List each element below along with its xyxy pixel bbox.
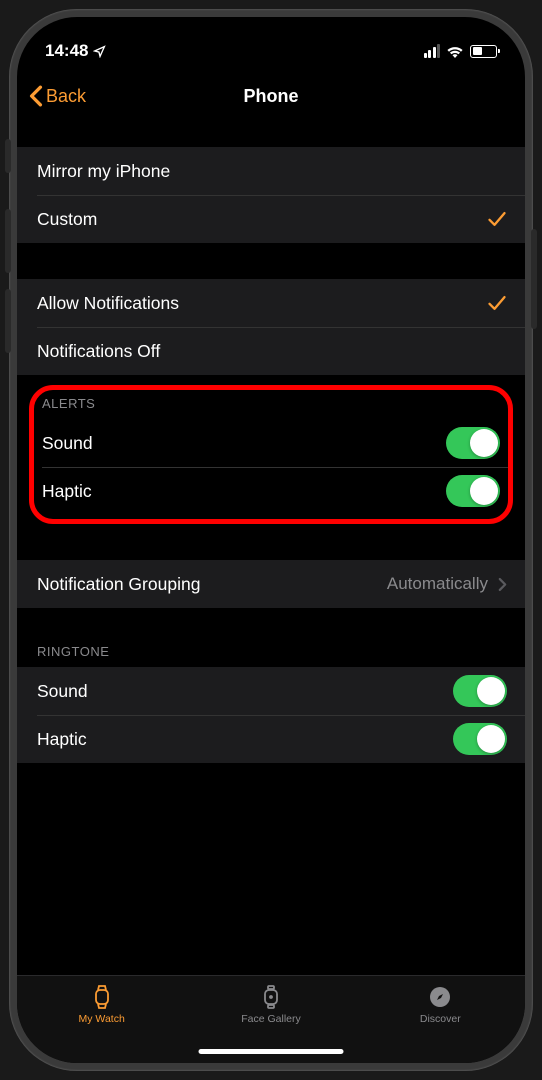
- mirror-label: Mirror my iPhone: [37, 161, 170, 182]
- compass-icon: [427, 984, 453, 1010]
- battery-icon: [470, 45, 497, 58]
- wifi-icon: [446, 45, 464, 58]
- custom-label: Custom: [37, 209, 97, 230]
- ringtone-haptic-row: Haptic: [17, 715, 525, 763]
- screen: 14:48 Ba: [17, 17, 525, 1063]
- alerts-haptic-label: Haptic: [42, 481, 92, 502]
- check-icon: [487, 210, 507, 228]
- alerts-header: ALERTS: [34, 396, 508, 419]
- clock: 14:48: [45, 41, 88, 61]
- phone-frame: 14:48 Ba: [9, 9, 533, 1071]
- alerts-sound-label: Sound: [42, 433, 93, 454]
- ringtone-haptic-toggle[interactable]: [453, 723, 507, 755]
- alerts-haptic-row: Haptic: [34, 467, 508, 515]
- ringtone-header: RINGTONE: [17, 644, 525, 667]
- alerts-highlight: ALERTS Sound Haptic: [29, 385, 513, 524]
- notifications-group: Allow Notifications Notifications Off: [17, 279, 525, 375]
- tab-bar: My Watch Face Gallery: [17, 975, 525, 1063]
- mute-switch: [5, 139, 11, 173]
- grouping-value: Automatically: [387, 574, 488, 594]
- ringtone-sound-label: Sound: [37, 681, 88, 702]
- power-button: [531, 229, 537, 329]
- ringtone-sound-row: Sound: [17, 667, 525, 715]
- alerts-sound-toggle[interactable]: [446, 427, 500, 459]
- custom-row[interactable]: Custom: [17, 195, 525, 243]
- nav-bar: Back Phone: [17, 71, 525, 121]
- alerts-sound-row: Sound: [34, 419, 508, 467]
- location-icon: [93, 45, 106, 58]
- watch-icon: [89, 984, 115, 1010]
- notch: [161, 17, 381, 51]
- tab-watch-label: My Watch: [79, 1013, 125, 1025]
- allow-label: Allow Notifications: [37, 293, 179, 314]
- chevron-right-icon: [498, 577, 507, 592]
- mirror-row[interactable]: Mirror my iPhone: [17, 147, 525, 195]
- tab-my-watch[interactable]: My Watch: [42, 984, 162, 1063]
- notification-grouping-row[interactable]: Notification Grouping Automatically: [17, 560, 525, 608]
- grouping-label: Notification Grouping: [37, 574, 200, 595]
- grouping-group: Notification Grouping Automatically: [17, 560, 525, 608]
- volume-up: [5, 209, 11, 273]
- back-label: Back: [46, 86, 86, 107]
- mirror-group: Mirror my iPhone Custom: [17, 147, 525, 243]
- content: Mirror my iPhone Custom Al: [17, 147, 525, 763]
- allow-notifications-row[interactable]: Allow Notifications: [17, 279, 525, 327]
- notifications-off-label: Notifications Off: [37, 341, 160, 362]
- notifications-off-row[interactable]: Notifications Off: [17, 327, 525, 375]
- alerts-haptic-toggle[interactable]: [446, 475, 500, 507]
- ringtone-group: RINGTONE Sound Haptic: [17, 644, 525, 763]
- ringtone-sound-toggle[interactable]: [453, 675, 507, 707]
- home-indicator[interactable]: [199, 1049, 344, 1054]
- page-title: Phone: [243, 86, 298, 107]
- chevron-left-icon: [29, 85, 43, 107]
- gallery-icon: [258, 984, 284, 1010]
- check-icon: [487, 294, 507, 312]
- back-button[interactable]: Back: [29, 85, 86, 107]
- tab-discover-label: Discover: [420, 1013, 461, 1025]
- cellular-icon: [424, 44, 441, 58]
- tab-discover[interactable]: Discover: [380, 984, 500, 1063]
- volume-down: [5, 289, 11, 353]
- ringtone-haptic-label: Haptic: [37, 729, 87, 750]
- tab-gallery-label: Face Gallery: [241, 1013, 301, 1025]
